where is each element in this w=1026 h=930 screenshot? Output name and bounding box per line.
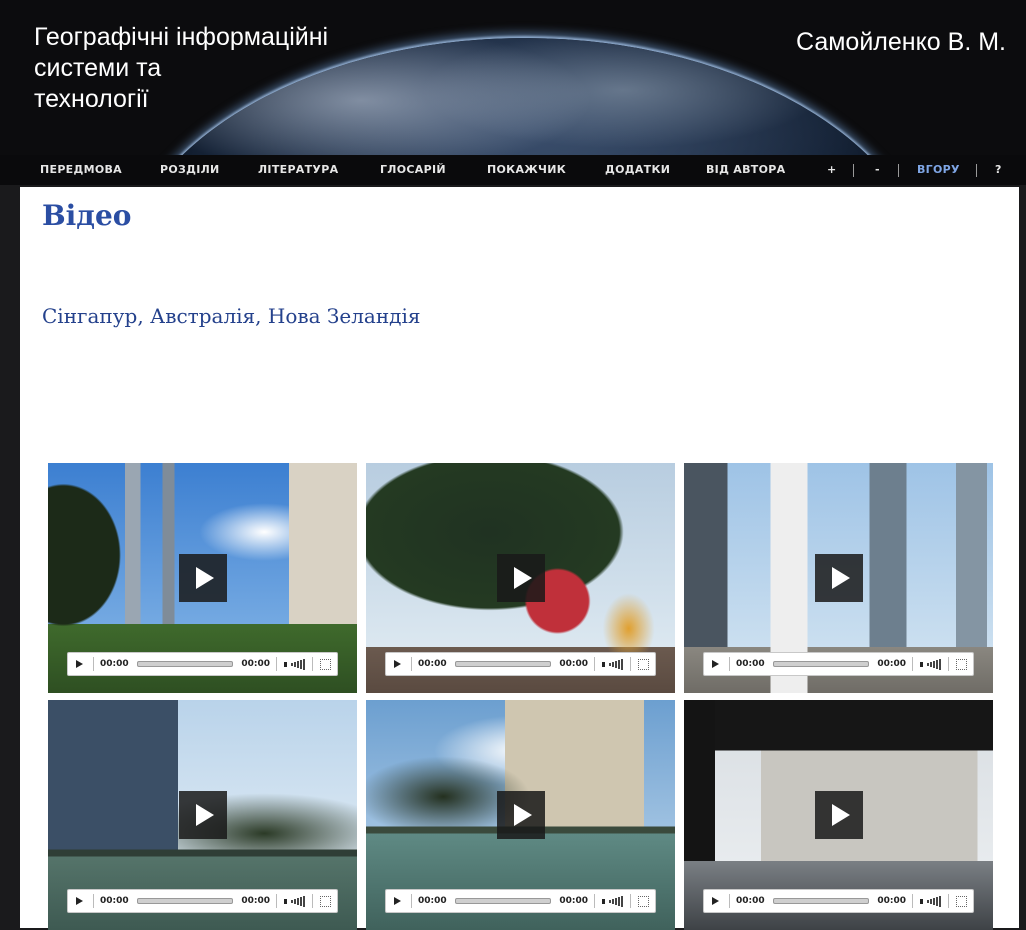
controls-divider <box>912 894 913 908</box>
volume-icon[interactable] <box>284 658 305 670</box>
current-time: 00:00 <box>418 896 447 906</box>
controls-divider <box>411 657 412 671</box>
nav-item-sections[interactable]: РОЗДІЛИ <box>160 155 220 185</box>
duration: 00:00 <box>559 896 588 906</box>
duration: 00:00 <box>877 896 906 906</box>
duration: 00:00 <box>877 659 906 669</box>
volume-icon[interactable] <box>284 895 305 907</box>
video-controls: 00:00 00:00 <box>67 889 338 913</box>
controls-divider <box>729 657 730 671</box>
video-controls: 00:00 00:00 <box>385 889 656 913</box>
video-player-5[interactable]: 00:00 00:00 <box>366 700 675 930</box>
play-pause-button[interactable] <box>394 660 401 668</box>
nav-item-from-author[interactable]: ВІД АВТОРА <box>706 155 785 185</box>
play-pause-button[interactable] <box>712 660 719 668</box>
duration: 00:00 <box>241 659 270 669</box>
volume-icon[interactable] <box>602 658 623 670</box>
fullscreen-icon[interactable] <box>320 658 331 670</box>
controls-divider <box>93 894 94 908</box>
nav-separator <box>898 164 899 177</box>
current-time: 00:00 <box>736 659 765 669</box>
seek-bar[interactable] <box>772 661 870 667</box>
current-time: 00:00 <box>736 896 765 906</box>
play-icon[interactable] <box>496 791 545 839</box>
current-time: 00:00 <box>100 659 129 669</box>
seek-bar[interactable] <box>136 661 234 667</box>
nav-separator <box>976 164 977 177</box>
video-player-2[interactable]: 00:00 00:00 <box>366 463 675 693</box>
controls-divider <box>312 657 313 671</box>
nav-item-literature[interactable]: ЛІТЕРАТУРА <box>258 155 338 185</box>
current-time: 00:00 <box>100 896 129 906</box>
seek-bar[interactable] <box>454 898 552 904</box>
duration: 00:00 <box>559 659 588 669</box>
controls-divider <box>630 894 631 908</box>
seek-bar[interactable] <box>772 898 870 904</box>
play-pause-button[interactable] <box>712 897 719 905</box>
nav-item-glossary[interactable]: ГЛОСАРІЙ <box>380 155 446 185</box>
play-icon[interactable] <box>178 791 227 839</box>
fullscreen-icon[interactable] <box>956 658 967 670</box>
page-subtitle: Сінгапур, Австралія, Нова Зеландія <box>42 304 421 328</box>
controls-divider <box>411 894 412 908</box>
current-time: 00:00 <box>418 659 447 669</box>
video-controls: 00:00 00:00 <box>703 652 974 676</box>
main-navigation: ПЕРЕДМОВА РОЗДІЛИ ЛІТЕРАТУРА ГЛОСАРІЙ ПО… <box>0 155 1026 185</box>
nav-item-foreword[interactable]: ПЕРЕДМОВА <box>40 155 122 185</box>
zoom-in-link[interactable]: + <box>827 155 837 185</box>
fullscreen-icon[interactable] <box>956 895 967 907</box>
fullscreen-icon[interactable] <box>638 658 649 670</box>
nav-item-index[interactable]: ПОКАЖЧИК <box>487 155 566 185</box>
controls-divider <box>729 894 730 908</box>
play-pause-button[interactable] <box>76 660 83 668</box>
video-player-4[interactable]: 00:00 00:00 <box>48 700 357 930</box>
volume-icon[interactable] <box>920 658 941 670</box>
controls-divider <box>93 657 94 671</box>
zoom-out-link[interactable]: - <box>875 155 880 185</box>
page-title: Відео <box>42 199 132 232</box>
seek-bar[interactable] <box>136 898 234 904</box>
play-icon[interactable] <box>814 791 863 839</box>
nav-item-appendices[interactable]: ДОДАТКИ <box>605 155 670 185</box>
site-title: Географічні інформаційні системи та техн… <box>34 23 329 113</box>
play-icon[interactable] <box>178 554 227 602</box>
author-name: Самойленко В. М. <box>796 28 1006 56</box>
video-player-1[interactable]: 00:00 00:00 <box>48 463 357 693</box>
controls-divider <box>948 657 949 671</box>
fullscreen-icon[interactable] <box>638 895 649 907</box>
controls-divider <box>276 657 277 671</box>
help-link[interactable]: ? <box>995 155 1002 185</box>
controls-divider <box>312 894 313 908</box>
play-pause-button[interactable] <box>76 897 83 905</box>
controls-divider <box>594 657 595 671</box>
controls-divider <box>594 894 595 908</box>
volume-icon[interactable] <box>602 895 623 907</box>
nav-item-top[interactable]: ВГОРУ <box>917 155 960 185</box>
controls-divider <box>912 657 913 671</box>
seek-bar[interactable] <box>454 661 552 667</box>
controls-divider <box>948 894 949 908</box>
play-icon[interactable] <box>814 554 863 602</box>
video-controls: 00:00 00:00 <box>67 652 338 676</box>
fullscreen-icon[interactable] <box>320 895 331 907</box>
play-icon[interactable] <box>496 554 545 602</box>
volume-icon[interactable] <box>920 895 941 907</box>
video-controls: 00:00 00:00 <box>385 652 656 676</box>
controls-divider <box>630 657 631 671</box>
play-pause-button[interactable] <box>394 897 401 905</box>
nav-separator <box>853 164 854 177</box>
video-controls: 00:00 00:00 <box>703 889 974 913</box>
video-player-3[interactable]: 00:00 00:00 <box>684 463 993 693</box>
site-header: Географічні інформаційні системи та техн… <box>0 0 1026 155</box>
duration: 00:00 <box>241 896 270 906</box>
video-player-6[interactable]: 00:00 00:00 <box>684 700 993 930</box>
controls-divider <box>276 894 277 908</box>
